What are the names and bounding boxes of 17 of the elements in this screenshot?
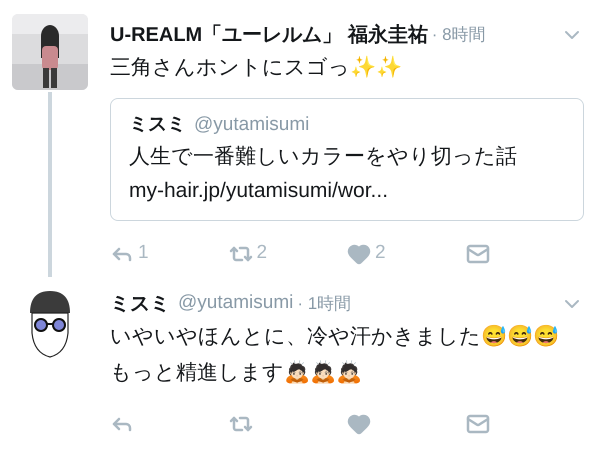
user-handle: @yutamisumi [194, 113, 310, 137]
display-name[interactable]: U-REALM「ユーレルム」 福永圭祐 [110, 20, 428, 50]
tweet-text: もっと精進します🙇🏻🙇🏻🙇🏻 [110, 360, 363, 386]
action-count: 2 [375, 241, 386, 266]
tweet-time: · 1時間 [297, 292, 352, 315]
quoted-tweet-card[interactable]: ミスミ @yutamisumi 人生で一番難しいカラーをやり切った話 my-hair.jp/yutamisumi/wor... [110, 98, 584, 220]
quoted-text: 人生で一番難しいカラーをやり切った話 [129, 144, 518, 170]
tweet-text: いやいやほんとに、冷や汗かきました😅😅😅 [110, 324, 560, 350]
heart-icon[interactable] [347, 242, 371, 266]
action-count: 1 [138, 241, 149, 266]
action-count: 2 [256, 241, 268, 266]
tweet-time: · 8時間 [432, 24, 486, 46]
tweet-text: 三角さんホントにスゴっ✨✨ [110, 54, 403, 81]
display-name[interactable]: ミスミ [110, 288, 170, 318]
heart-icon[interactable] [347, 412, 371, 436]
quoted-text: my-hair.jp/yutamisumi/wor... [129, 178, 390, 204]
display-name: ミスミ [129, 113, 186, 137]
